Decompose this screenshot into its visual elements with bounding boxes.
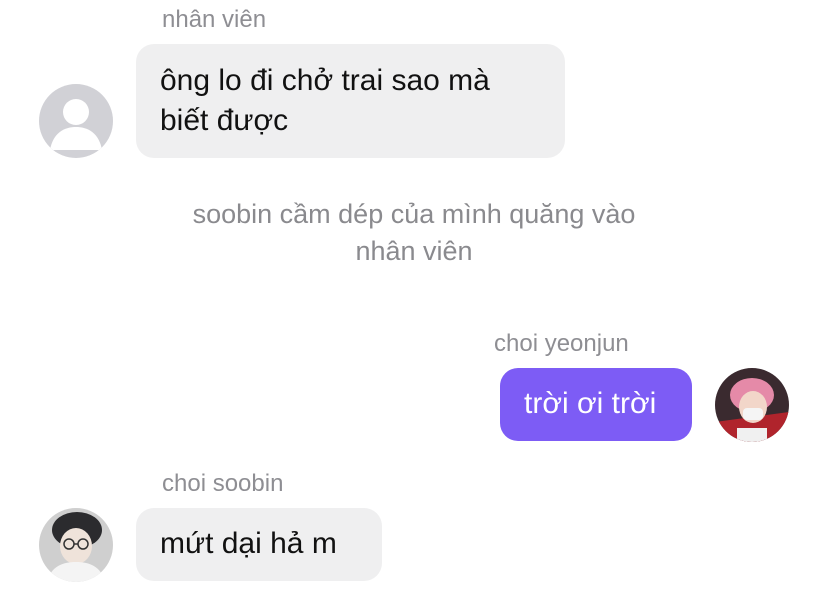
message-bubble[interactable]: trời ơi trời: [500, 368, 692, 441]
message-line: biết được: [160, 104, 289, 137]
message-line: trời ơi trời: [524, 387, 657, 420]
default-person-icon: [50, 99, 102, 150]
sender-name: choi yeonjun: [494, 330, 629, 357]
avatar-choi-soobin[interactable]: [39, 508, 113, 582]
system-message: soobin cầm dép của mình quăng vào nhân v…: [0, 196, 828, 270]
avatar-default[interactable]: [39, 84, 113, 158]
sender-name: choi soobin: [162, 470, 284, 497]
sender-name: nhân viên: [162, 6, 267, 33]
avatar-choi-yeonjun[interactable]: [715, 368, 789, 442]
message-bubble[interactable]: mứt dại hả m: [136, 508, 382, 581]
system-message-line: soobin cầm dép của mình quăng vào: [192, 199, 636, 229]
message-line: ông lo đi chở trai sao mà: [160, 64, 490, 97]
user-photo: [715, 368, 789, 442]
message-bubble[interactable]: ông lo đi chở trai sao mà biết được: [136, 44, 565, 158]
user-photo: [39, 508, 113, 582]
system-message-line: nhân viên: [355, 236, 473, 266]
message-line: mứt dại hả m: [160, 527, 337, 560]
